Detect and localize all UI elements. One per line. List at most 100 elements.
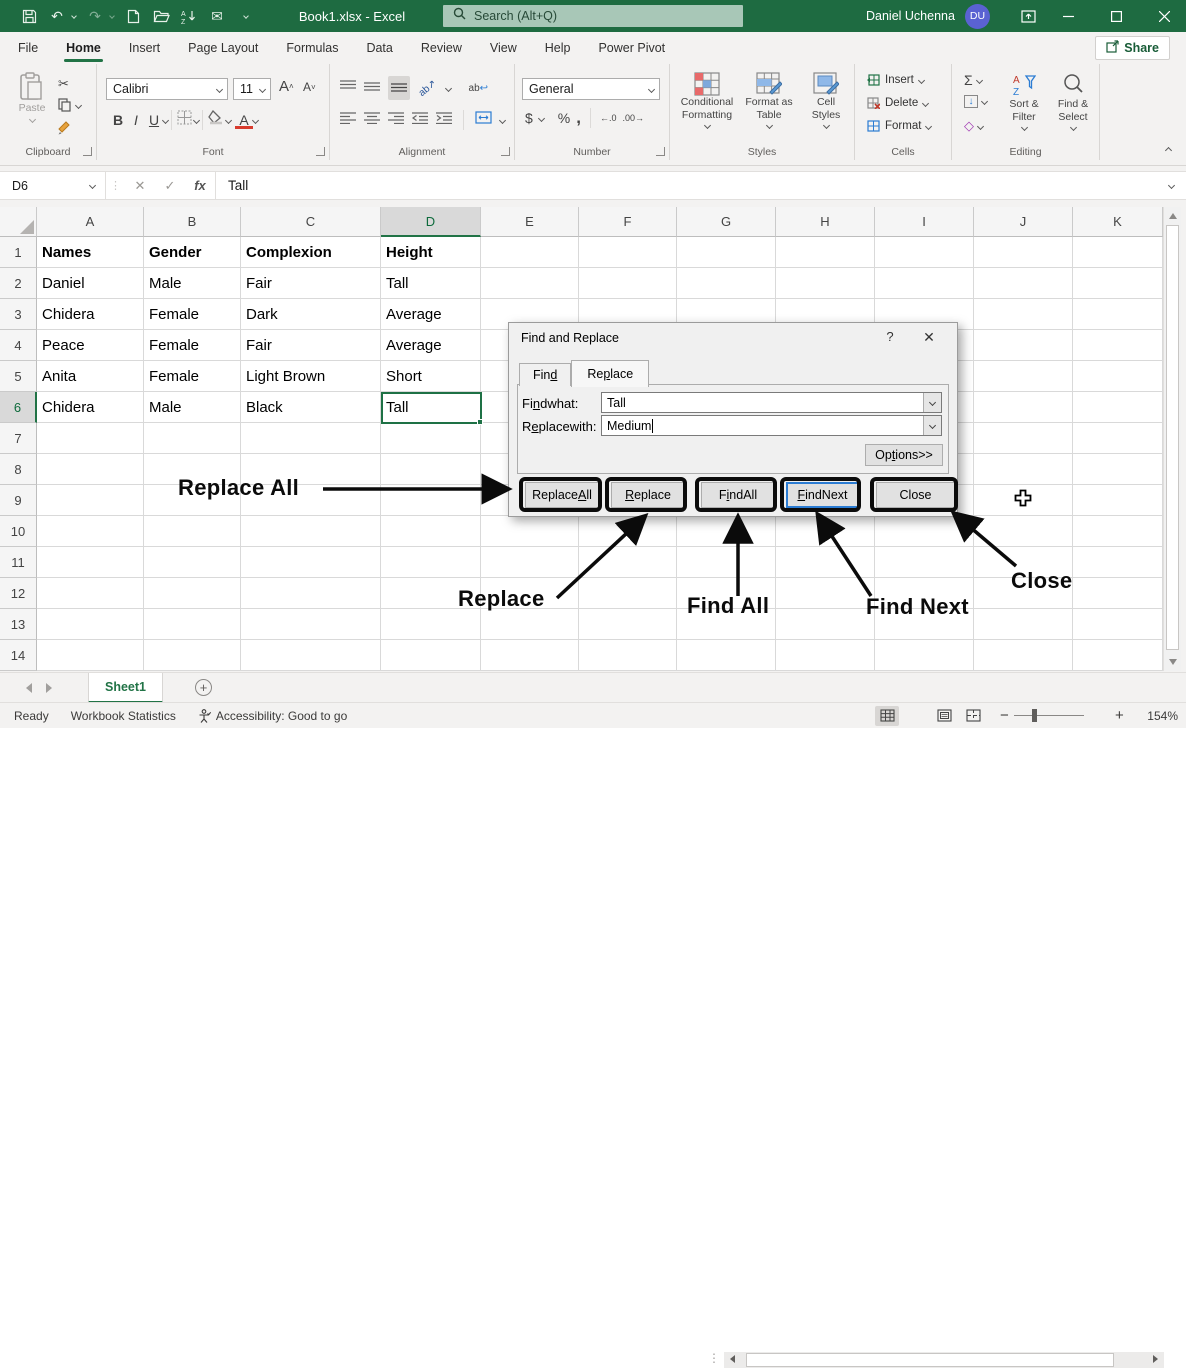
expand-formula-bar-icon[interactable] xyxy=(1168,182,1175,189)
undo-icon[interactable]: ↶ xyxy=(48,7,66,25)
autosum-button[interactable]: Σ xyxy=(964,72,982,88)
decrease-indent-icon[interactable] xyxy=(412,111,428,129)
cell-I2[interactable] xyxy=(875,268,974,299)
column-header-J[interactable]: J xyxy=(974,207,1073,237)
cell-C6[interactable]: Black xyxy=(241,392,381,423)
column-header-F[interactable]: F xyxy=(579,207,677,237)
middle-align-icon[interactable] xyxy=(364,79,380,97)
ribbon-tab-formulas[interactable]: Formulas xyxy=(272,32,352,64)
cell-E10[interactable] xyxy=(481,516,579,547)
save-icon[interactable] xyxy=(20,7,38,25)
cell-I14[interactable] xyxy=(875,640,974,671)
zoom-in-icon[interactable]: + xyxy=(1115,707,1124,724)
cell-H1[interactable] xyxy=(776,237,875,268)
ribbon-tab-review[interactable]: Review xyxy=(407,32,476,64)
open-icon[interactable] xyxy=(152,7,170,25)
cell-F1[interactable] xyxy=(579,237,677,268)
dialog-close-icon[interactable]: ✕ xyxy=(917,329,941,346)
format-painter-icon[interactable] xyxy=(57,120,72,140)
cell-A6[interactable]: Chidera xyxy=(37,392,144,423)
insert-function-icon[interactable]: fx xyxy=(185,178,215,193)
ribbon-tab-data[interactable]: Data xyxy=(352,32,406,64)
column-header-B[interactable]: B xyxy=(144,207,241,237)
ribbon-tab-power-pivot[interactable]: Power Pivot xyxy=(584,32,679,64)
cell-B6[interactable]: Male xyxy=(144,392,241,423)
share-button[interactable]: Share xyxy=(1095,36,1170,60)
cell-D7[interactable] xyxy=(381,423,481,454)
fill-color-dropdown-icon[interactable] xyxy=(225,116,232,123)
cell-F11[interactable] xyxy=(579,547,677,578)
cell-H14[interactable] xyxy=(776,640,875,671)
accessibility-status[interactable]: Accessibility: Good to go xyxy=(198,709,347,723)
cell-C4[interactable]: Fair xyxy=(241,330,381,361)
cell-C3[interactable]: Dark xyxy=(241,299,381,330)
cell-A9[interactable] xyxy=(37,485,144,516)
cell-E11[interactable] xyxy=(481,547,579,578)
row-header-5[interactable]: 5 xyxy=(0,361,37,392)
merge-center-icon[interactable] xyxy=(475,111,492,129)
cell-A8[interactable] xyxy=(37,454,144,485)
cell-K11[interactable] xyxy=(1073,547,1163,578)
italic-icon[interactable]: I xyxy=(127,112,145,128)
cell-J14[interactable] xyxy=(974,640,1073,671)
cell-A2[interactable]: Daniel xyxy=(37,268,144,299)
cell-D6[interactable]: Tall xyxy=(381,392,481,423)
cell-E1[interactable] xyxy=(481,237,579,268)
page-break-view-icon[interactable] xyxy=(961,706,985,726)
orientation-dropdown-icon[interactable] xyxy=(444,84,451,91)
minimize-icon[interactable] xyxy=(1048,0,1088,32)
cell-K8[interactable] xyxy=(1073,454,1163,485)
cell-H12[interactable] xyxy=(776,578,875,609)
cell-G14[interactable] xyxy=(677,640,776,671)
vertical-scrollbar[interactable] xyxy=(1163,207,1181,671)
cell-D9[interactable] xyxy=(381,485,481,516)
cell-J7[interactable] xyxy=(974,423,1073,454)
cell-F10[interactable] xyxy=(579,516,677,547)
cell-F2[interactable] xyxy=(579,268,677,299)
font-size-combo[interactable]: 11 xyxy=(233,78,271,100)
cell-K9[interactable] xyxy=(1073,485,1163,516)
row-header-10[interactable]: 10 xyxy=(0,516,37,547)
cell-J3[interactable] xyxy=(974,299,1073,330)
number-format-combo[interactable]: General xyxy=(522,78,660,100)
horizontal-scrollbar[interactable] xyxy=(724,1352,1164,1368)
maximize-icon[interactable] xyxy=(1096,0,1136,32)
borders-icon[interactable] xyxy=(177,110,192,130)
cell-K4[interactable] xyxy=(1073,330,1163,361)
column-header-A[interactable]: A xyxy=(37,207,144,237)
cell-K5[interactable] xyxy=(1073,361,1163,392)
underline-icon[interactable]: U xyxy=(145,112,163,128)
ribbon-tab-view[interactable]: View xyxy=(476,32,531,64)
increase-indent-icon[interactable] xyxy=(436,111,452,129)
cell-E13[interactable] xyxy=(481,609,579,640)
cell-C7[interactable] xyxy=(241,423,381,454)
find-next-button[interactable]: Find Next xyxy=(786,482,859,508)
cell-C1[interactable]: Complexion xyxy=(241,237,381,268)
row-header-4[interactable]: 4 xyxy=(0,330,37,361)
cell-styles-button[interactable]: Cell Styles xyxy=(802,72,850,128)
currency-dropdown-icon[interactable] xyxy=(538,114,545,121)
column-header-K[interactable]: K xyxy=(1073,207,1163,237)
format-as-table-button[interactable]: Format as Table xyxy=(740,72,798,128)
avatar[interactable]: DU xyxy=(965,4,990,29)
copy-icon[interactable] xyxy=(58,98,71,117)
borders-dropdown-icon[interactable] xyxy=(193,116,200,123)
find-what-combo[interactable]: Tall xyxy=(601,392,942,413)
cell-C13[interactable] xyxy=(241,609,381,640)
row-header-11[interactable]: 11 xyxy=(0,547,37,578)
cell-A5[interactable]: Anita xyxy=(37,361,144,392)
fill-color-icon[interactable] xyxy=(208,110,224,130)
currency-icon[interactable]: $ xyxy=(525,110,533,126)
cell-G11[interactable] xyxy=(677,547,776,578)
fill-button[interactable]: ↓ xyxy=(964,95,987,108)
find-select-button[interactable]: Find & Select xyxy=(1050,72,1096,130)
row-header-7[interactable]: 7 xyxy=(0,423,37,454)
cell-D11[interactable] xyxy=(381,547,481,578)
workbook-statistics-button[interactable]: Workbook Statistics xyxy=(71,709,176,723)
sheet-nav-right-icon[interactable] xyxy=(46,683,52,693)
replace-button[interactable]: Replace xyxy=(611,482,685,508)
close-window-icon[interactable] xyxy=(1144,0,1184,32)
cell-E14[interactable] xyxy=(481,640,579,671)
cell-J4[interactable] xyxy=(974,330,1073,361)
sort-ascending-icon[interactable]: AZ xyxy=(180,7,198,25)
